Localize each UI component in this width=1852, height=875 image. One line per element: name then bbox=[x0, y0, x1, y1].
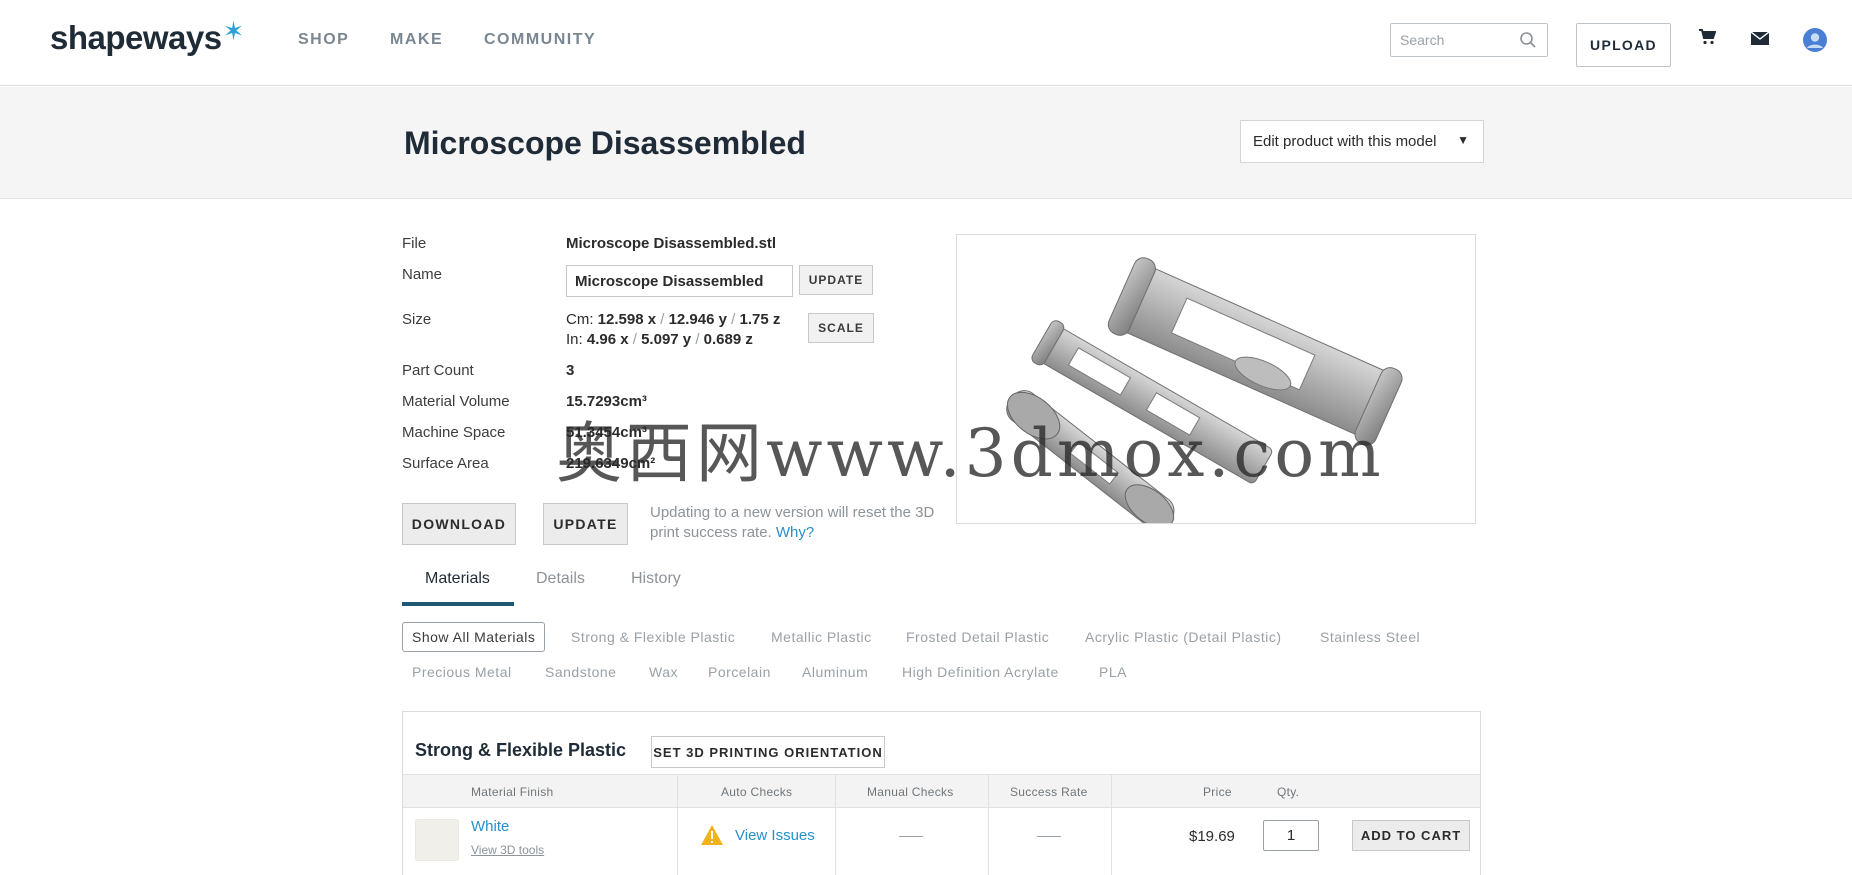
filter-porcelain[interactable]: Porcelain bbox=[708, 664, 771, 680]
tab-details[interactable]: Details bbox=[536, 570, 585, 588]
th-qty: Qty. bbox=[1277, 785, 1300, 799]
nav-community[interactable]: COMMUNITY bbox=[484, 31, 596, 49]
tab-history[interactable]: History bbox=[631, 570, 681, 588]
nav-make[interactable]: MAKE bbox=[390, 31, 443, 49]
search-icon[interactable] bbox=[1519, 31, 1537, 54]
surface-area-label: Surface Area bbox=[402, 455, 489, 472]
th-price: Price bbox=[1203, 785, 1232, 799]
file-label: File bbox=[402, 235, 427, 252]
file-value: Microscope Disassembled.stl bbox=[566, 235, 777, 252]
th-material-finish: Material Finish bbox=[471, 785, 554, 799]
name-label: Name bbox=[402, 266, 443, 283]
shapeways-logo[interactable]: shapeways✶ bbox=[50, 16, 244, 57]
nav-shop[interactable]: SHOP bbox=[298, 31, 349, 49]
filter-aluminum[interactable]: Aluminum bbox=[802, 664, 868, 680]
filter-precious-metal[interactable]: Precious Metal bbox=[412, 664, 512, 680]
view-3d-tools-link[interactable]: View 3D tools bbox=[471, 843, 544, 857]
mail-icon[interactable] bbox=[1750, 31, 1770, 50]
size-label: Size bbox=[402, 311, 432, 328]
manual-checks-value bbox=[899, 836, 923, 837]
cart-icon[interactable] bbox=[1698, 28, 1717, 51]
filter-hd-acrylate[interactable]: High Definition Acrylate bbox=[902, 664, 1059, 680]
material-title: Strong & Flexible Plastic bbox=[415, 740, 627, 760]
filter-wax[interactable]: Wax bbox=[649, 664, 678, 680]
watermark-text: 奥西网www.3dmox.com bbox=[556, 415, 1385, 492]
active-tab-indicator bbox=[402, 602, 514, 606]
warning-icon bbox=[700, 824, 724, 851]
success-rate-value bbox=[1037, 836, 1061, 837]
edit-product-select[interactable]: Edit product with this model ▼ bbox=[1240, 120, 1484, 163]
th-manual-checks: Manual Checks bbox=[867, 785, 954, 799]
filter-metallic-plastic[interactable]: Metallic Plastic bbox=[771, 629, 872, 645]
table-header: Material Finish Auto Checks Manual Check… bbox=[403, 774, 1480, 808]
update-button[interactable]: UPDATE bbox=[543, 503, 628, 545]
why-link[interactable]: Why? bbox=[776, 524, 814, 541]
view-issues-link[interactable]: View Issues bbox=[735, 827, 815, 844]
size-cm: Cm: 12.598 x / 12.946 y / 1.75 z bbox=[566, 311, 781, 328]
column-divider bbox=[677, 774, 678, 875]
column-divider bbox=[1111, 774, 1112, 875]
th-auto-checks: Auto Checks bbox=[721, 785, 793, 799]
scale-button[interactable]: SCALE bbox=[808, 313, 874, 343]
filter-sandstone[interactable]: Sandstone bbox=[545, 664, 616, 680]
update-note: Updating to a new version will reset the… bbox=[650, 504, 935, 541]
filter-show-all[interactable]: Show All Materials bbox=[402, 622, 546, 652]
filter-pla[interactable]: PLA bbox=[1099, 664, 1127, 680]
material-card: Strong & Flexible Plastic SET 3D PRINTIN… bbox=[402, 711, 1481, 875]
part-count-label: Part Count bbox=[402, 362, 474, 379]
price-value: $19.69 bbox=[1189, 828, 1235, 845]
set-orientation-button[interactable]: SET 3D PRINTING ORIENTATION bbox=[651, 736, 885, 768]
machine-space-label: Machine Space bbox=[402, 424, 506, 441]
page-title: Microscope Disassembled bbox=[404, 125, 806, 161]
column-divider bbox=[835, 774, 836, 875]
upload-button[interactable]: UPLOAD bbox=[1576, 23, 1671, 67]
edit-product-select-value: Edit product with this model bbox=[1253, 133, 1437, 150]
filter-strong-flexible[interactable]: Strong & Flexible Plastic bbox=[571, 629, 735, 645]
material-swatch bbox=[415, 819, 459, 861]
filter-stainless-steel[interactable]: Stainless Steel bbox=[1320, 629, 1420, 645]
download-button[interactable]: DOWNLOAD bbox=[402, 503, 516, 545]
caret-down-icon: ▼ bbox=[1457, 133, 1469, 147]
tab-materials[interactable]: Materials bbox=[425, 570, 490, 588]
finish-white-link[interactable]: White bbox=[471, 818, 509, 835]
quantity-input[interactable] bbox=[1263, 820, 1319, 851]
size-in: In: 4.96 x / 5.097 y / 0.689 z bbox=[566, 331, 753, 348]
search-box[interactable] bbox=[1390, 23, 1548, 57]
part-count-value: 3 bbox=[566, 362, 575, 379]
column-divider bbox=[988, 774, 989, 875]
filter-acrylic-plastic[interactable]: Acrylic Plastic (Detail Plastic) bbox=[1085, 629, 1281, 645]
name-update-button[interactable]: UPDATE bbox=[799, 265, 873, 295]
filter-frosted-detail[interactable]: Frosted Detail Plastic bbox=[906, 629, 1049, 645]
add-to-cart-button[interactable]: ADD TO CART bbox=[1352, 820, 1470, 851]
title-band: Microscope Disassembled Edit product wit… bbox=[0, 87, 1852, 199]
account-icon[interactable] bbox=[1803, 28, 1827, 57]
search-input[interactable] bbox=[1400, 32, 1510, 48]
material-volume-label: Material Volume bbox=[402, 393, 510, 410]
name-input[interactable] bbox=[566, 265, 793, 297]
top-navbar: shapeways✶ SHOP MAKE COMMUNITY UPLOAD bbox=[0, 0, 1852, 86]
th-success-rate: Success Rate bbox=[1010, 785, 1088, 799]
